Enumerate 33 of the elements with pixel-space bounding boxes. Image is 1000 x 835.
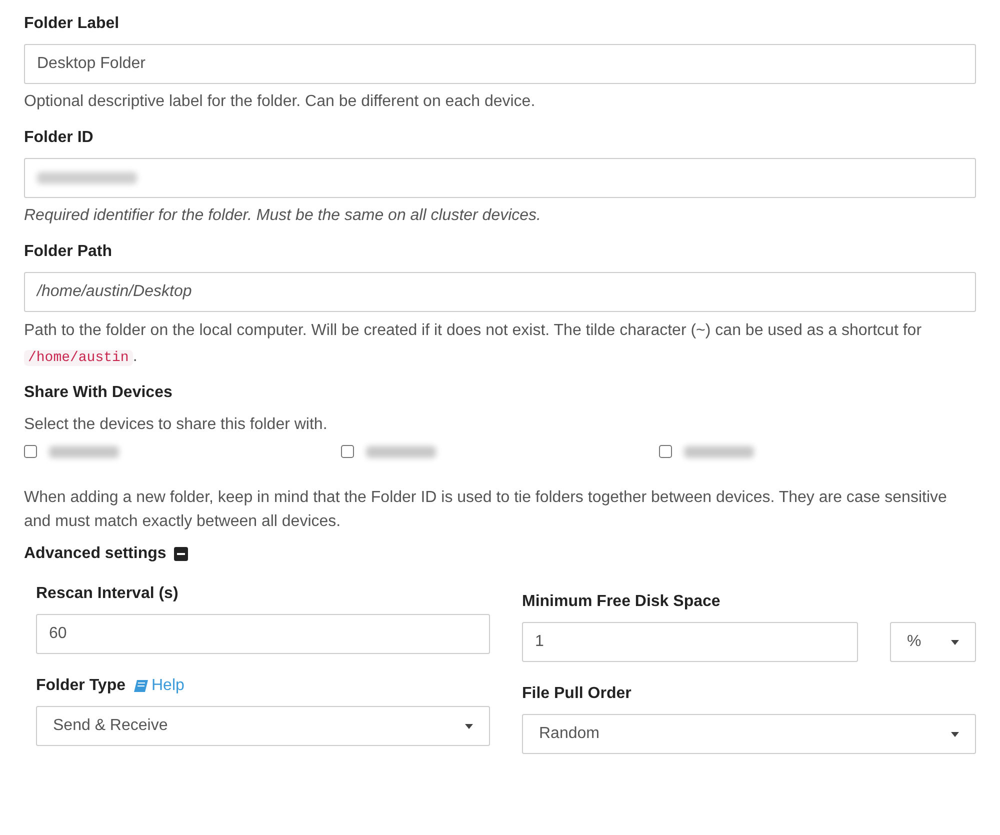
section-title: Advanced settings: [24, 544, 166, 564]
field-label: Minimum Free Disk Space: [522, 592, 722, 612]
info-text: When adding a new folder, keep in mind that the Folder ID is used to tie folders together between devices. They are case sensitive and must match exactly between all devices.: [24, 488, 948, 532]
help-text: Optional descriptive label for the folder. Can be different on each device.: [24, 92, 536, 112]
device-checkbox[interactable]: [658, 445, 672, 458]
select-dropdown[interactable]: Random: [522, 714, 976, 754]
help-text: Required identifier for the folder. Must be the same on all cluster devices.: [24, 206, 542, 226]
blurred-text: [49, 446, 119, 458]
device-checkbox[interactable]: [24, 445, 37, 458]
field-label: File Pull Order: [522, 684, 632, 704]
id-input[interactable]: [24, 158, 976, 198]
collapse-icon[interactable]: [174, 547, 188, 562]
label-input[interactable]: Desktop Folder: [24, 44, 976, 84]
path-input[interactable]: /home/austin/Desktop: [24, 272, 976, 312]
help-text: Select the devices to share this folder with.: [24, 415, 328, 436]
field-label: Folder Label: [24, 14, 120, 34]
select-dropdown[interactable]: %: [890, 622, 976, 662]
field-label: Share With Devices: [24, 383, 174, 404]
select-dropdown[interactable]: Send & Receive: [36, 706, 490, 746]
caret-icon: [465, 724, 473, 729]
device-checkbox[interactable]: [341, 445, 354, 458]
help-text: Path to the folder on the local computer. Will be created if it does not exist. The tilde character (~) can be used as a shortcut for /home/austin .: [24, 321, 923, 368]
interval-input[interactable]: 60: [36, 614, 490, 654]
field-label: Folder Path: [24, 242, 114, 262]
blurred-text: [684, 446, 754, 458]
blurred-text: [366, 446, 436, 458]
field-label: Folder ID: [24, 128, 94, 148]
disk-space-input[interactable]: 1: [522, 622, 858, 662]
caret-icon: [951, 640, 959, 645]
book-icon: [134, 680, 148, 692]
field-label: Folder Type: [36, 676, 126, 696]
caret-icon: [951, 732, 959, 737]
field-label: Rescan Interval (s): [36, 584, 180, 604]
